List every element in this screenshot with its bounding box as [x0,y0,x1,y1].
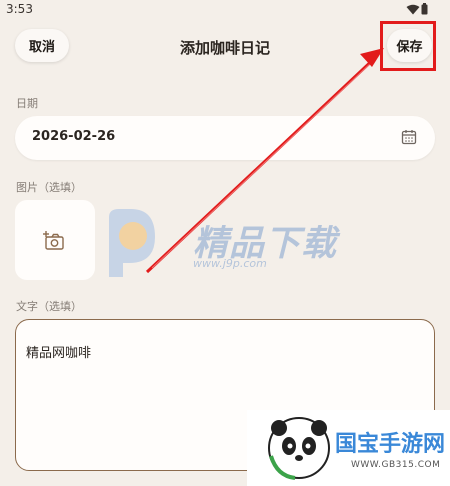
corner-watermark-url: WWW.GB315.COM [351,460,441,470]
corner-watermark: 国宝手游网 WWW.GB315.COM [247,410,450,486]
panda-logo-icon [268,417,330,480]
watermark-logo-icon [109,209,155,277]
text-input-value: 精品网咖啡 [26,346,92,361]
add-photo-icon [43,231,64,250]
status-time: 3:53 [6,2,33,16]
date-label: 日期 [16,97,38,110]
corner-watermark-text: 国宝手游网 [335,432,446,457]
save-highlight-box [380,21,436,71]
date-value: 2026-02-26 [32,129,116,144]
image-label: 图片（选填） [16,181,82,194]
wifi-icon [406,4,420,15]
image-picker[interactable] [15,200,95,280]
watermark-center: 精品下载 www.j9p.com [95,205,355,285]
date-field[interactable]: 2026-02-26 [15,116,435,160]
watermark-center-url: www.j9p.com [193,257,267,270]
battery-icon [421,3,428,15]
status-bar: 3:53 [0,0,450,22]
text-label: 文字（选填） [16,300,82,313]
calendar-icon[interactable] [401,129,417,145]
